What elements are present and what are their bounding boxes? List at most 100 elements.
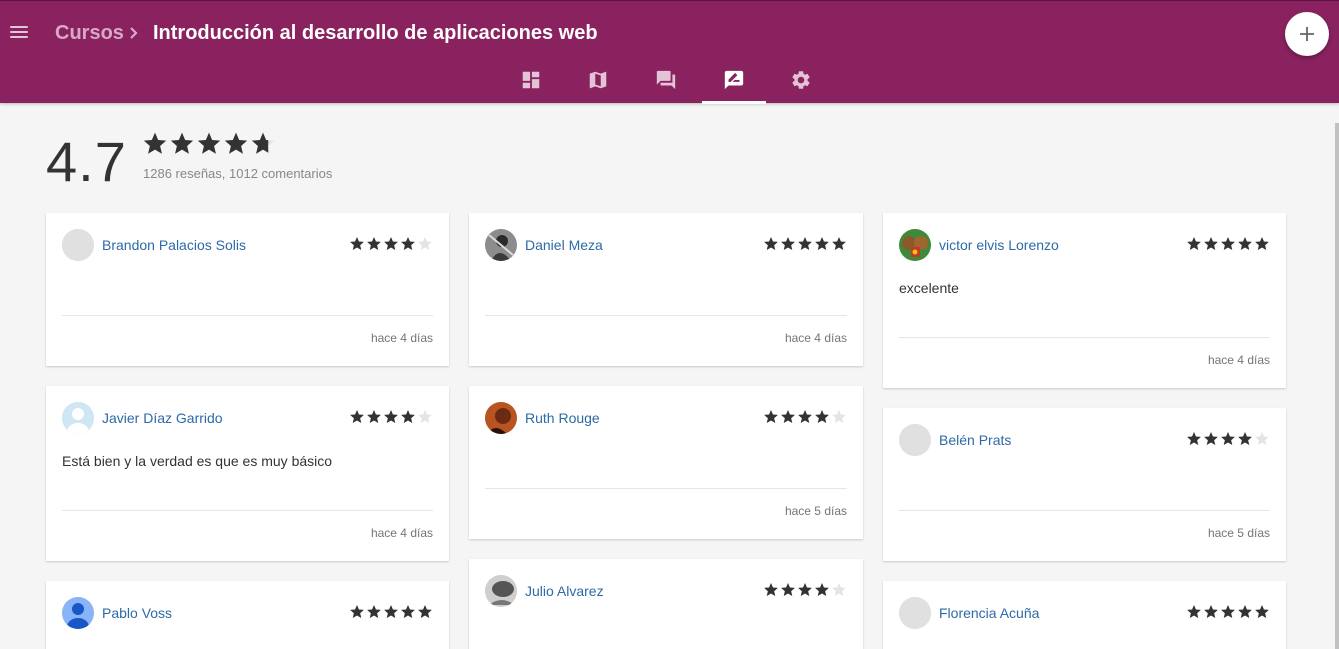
review-date: hace 4 días	[784, 331, 847, 345]
reviewer-name[interactable]: Daniel Meza	[525, 237, 603, 253]
review-stars	[349, 236, 433, 257]
review-date: hace 4 días	[1207, 353, 1270, 367]
divider	[899, 510, 1270, 511]
star-icon	[1187, 605, 1201, 618]
avatar	[485, 229, 517, 261]
star-icon	[815, 583, 829, 596]
star-icon	[418, 237, 432, 250]
star-icon	[251, 132, 275, 154]
star-icon	[401, 605, 415, 618]
star-icon	[1204, 237, 1218, 250]
star-icon	[1238, 605, 1252, 618]
review-date: hace 4 días	[370, 331, 433, 345]
star-icon	[350, 605, 364, 618]
review-stars	[763, 236, 847, 257]
review-card: Julio Alvarez	[469, 559, 863, 649]
review-card: Brandon Palacios Solis hace 4 días	[46, 213, 449, 366]
star-icon	[798, 583, 812, 596]
star-icon	[1221, 432, 1235, 445]
tab-reviews[interactable]	[702, 63, 766, 104]
divider	[899, 337, 1270, 338]
star-icon	[832, 410, 846, 423]
menu-icon[interactable]	[10, 23, 30, 43]
add-button[interactable]	[1285, 12, 1329, 56]
star-icon	[798, 237, 812, 250]
review-text: Está bien y la verdad es que es muy bási…	[62, 453, 333, 469]
reviewer-name[interactable]: victor elvis Lorenzo	[939, 237, 1059, 253]
star-icon	[764, 237, 778, 250]
star-icon	[1221, 237, 1235, 250]
star-icon	[798, 410, 812, 423]
star-icon	[418, 605, 432, 618]
review-stars	[763, 582, 847, 603]
star-icon	[815, 410, 829, 423]
review-date: hace 5 días	[784, 504, 847, 518]
reviewer-name[interactable]: Julio Alvarez	[525, 583, 604, 599]
star-icon	[350, 237, 364, 250]
star-icon	[764, 410, 778, 423]
star-icon	[367, 605, 381, 618]
review-stars	[349, 604, 433, 625]
star-icon	[367, 410, 381, 423]
scrollbar[interactable]	[1335, 123, 1339, 649]
avatar	[899, 229, 931, 261]
tab-settings[interactable]	[769, 63, 833, 104]
review-count: 1286 reseñas, 1012 comentarios	[143, 166, 333, 181]
chevron-right-icon	[128, 23, 140, 49]
review-card: Pablo Voss	[46, 581, 449, 649]
avatar	[62, 402, 94, 434]
rate-review-icon	[724, 70, 744, 90]
reviewer-name[interactable]: Florencia Acuña	[939, 605, 1039, 621]
star-icon	[1255, 237, 1269, 250]
star-icon	[832, 237, 846, 250]
star-icon	[418, 410, 432, 423]
star-icon	[197, 132, 221, 154]
tab-map[interactable]	[566, 63, 630, 104]
review-card: Florencia Acuña	[883, 581, 1286, 649]
divider	[62, 315, 433, 316]
avatar	[899, 597, 931, 629]
dashboard-icon	[522, 71, 540, 89]
avatar	[485, 402, 517, 434]
page-title: Introducción al desarrollo de aplicacion…	[153, 22, 598, 44]
review-card: Ruth Rouge hace 5 días	[469, 386, 863, 539]
review-stars	[763, 409, 847, 430]
review-card: Belén Prats hace 5 días	[883, 408, 1286, 561]
review-card: Daniel Meza hace 4 días	[469, 213, 863, 366]
review-card: victor elvis Lorenzo excelente hace 4 dí…	[883, 213, 1286, 388]
divider	[485, 488, 847, 489]
review-stars	[349, 409, 433, 430]
star-icon	[401, 237, 415, 250]
breadcrumb-courses-link[interactable]: Cursos	[55, 22, 124, 45]
forum-icon	[656, 70, 676, 90]
star-icon	[781, 583, 795, 596]
star-icon	[143, 132, 167, 154]
review-stars	[1186, 431, 1270, 452]
review-text: excelente	[899, 280, 959, 296]
avatar	[899, 424, 931, 456]
divider	[62, 510, 433, 511]
reviewer-name[interactable]: Ruth Rouge	[525, 410, 600, 426]
star-icon	[815, 237, 829, 250]
summary-stars	[142, 131, 276, 162]
avatar	[62, 597, 94, 629]
star-icon	[170, 132, 194, 154]
star-icon	[781, 237, 795, 250]
reviewer-name[interactable]: Pablo Voss	[102, 605, 172, 621]
reviewer-name[interactable]: Belén Prats	[939, 432, 1011, 448]
star-icon	[1221, 605, 1235, 618]
star-icon	[384, 237, 398, 250]
app-header: Cursos Introducción al desarrollo de apl…	[0, 0, 1339, 104]
reviewer-name[interactable]: Brandon Palacios Solis	[102, 237, 246, 253]
review-card: Javier Díaz Garrido Está bien y la verda…	[46, 386, 449, 561]
tab-dashboard[interactable]	[499, 63, 563, 104]
star-icon	[401, 410, 415, 423]
tab-forum[interactable]	[634, 63, 698, 104]
star-icon	[832, 583, 846, 596]
avatar	[485, 575, 517, 607]
star-icon	[1187, 237, 1201, 250]
star-icon	[350, 410, 364, 423]
star-icon	[781, 410, 795, 423]
review-date: hace 4 días	[370, 526, 433, 540]
reviewer-name[interactable]: Javier Díaz Garrido	[102, 410, 223, 426]
